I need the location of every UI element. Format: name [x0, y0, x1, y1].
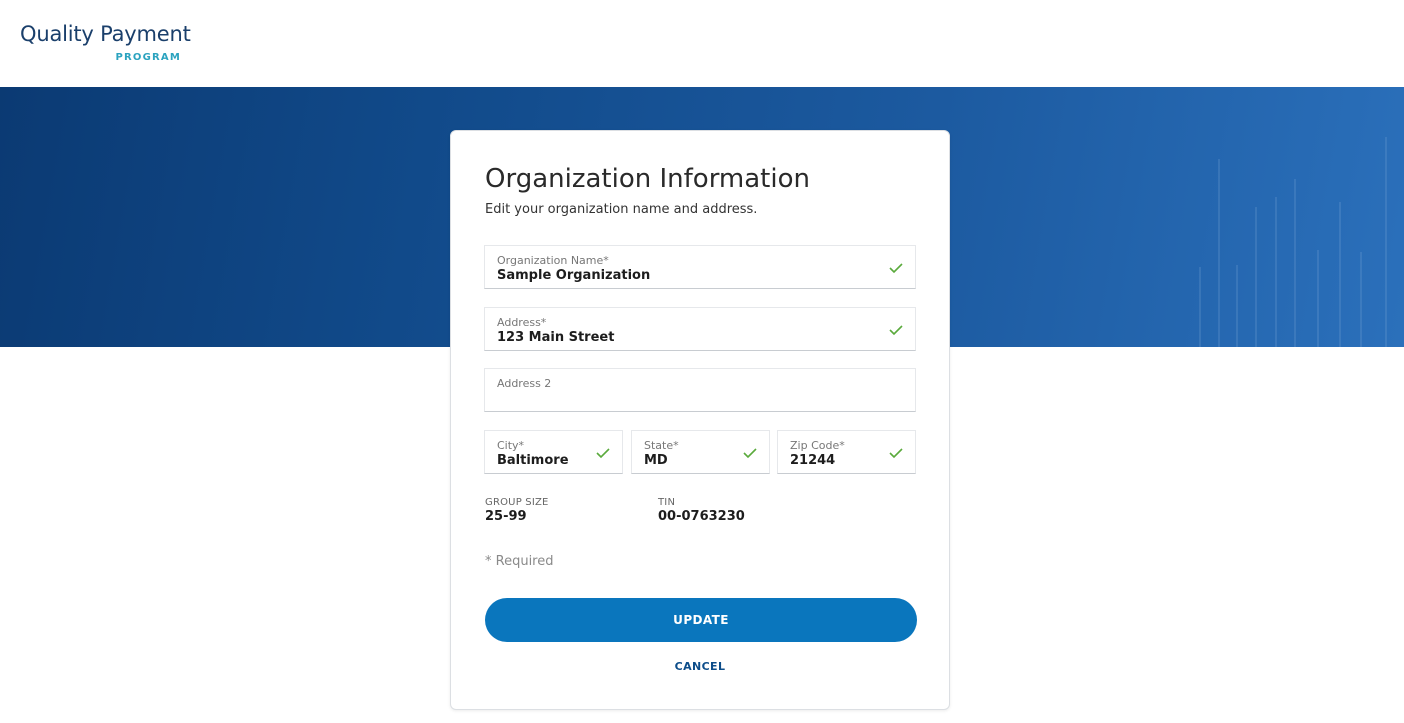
required-note: * Required	[485, 554, 554, 569]
city-label: City*	[497, 439, 525, 452]
zip-code-label: Zip Code*	[790, 439, 845, 452]
page-subtitle: Edit your organization name and address.	[485, 202, 758, 217]
address-2-label: Address 2	[497, 377, 552, 390]
site-header: Quality Payment PROGRAM	[0, 0, 1404, 87]
check-icon	[889, 263, 903, 274]
tin-label: TIN	[658, 497, 676, 508]
address-2-field[interactable]: Address 2	[484, 368, 916, 412]
organization-name-label: Organization Name*	[497, 254, 609, 267]
state-value[interactable]: MD	[644, 453, 668, 468]
cancel-link[interactable]: CANCEL	[451, 660, 949, 673]
organization-form-card: Organization Information Edit your organ…	[450, 130, 950, 710]
page-title: Organization Information	[485, 164, 810, 194]
organization-name-field[interactable]: Organization Name* Sample Organization	[484, 245, 916, 289]
state-label: State*	[644, 439, 679, 452]
qpp-logo[interactable]: Quality Payment PROGRAM	[20, 22, 191, 64]
zip-code-field[interactable]: Zip Code* 21244	[777, 430, 916, 474]
check-icon	[743, 448, 757, 459]
tin-value: 00-0763230	[658, 509, 745, 524]
check-icon	[889, 325, 903, 336]
logo-main-text: Quality Payment	[20, 22, 191, 46]
city-field[interactable]: City* Baltimore	[484, 430, 623, 474]
organization-name-value[interactable]: Sample Organization	[497, 268, 650, 283]
check-icon	[889, 448, 903, 459]
city-value[interactable]: Baltimore	[497, 453, 569, 468]
check-icon	[596, 448, 610, 459]
group-size-label: GROUP SIZE	[485, 497, 549, 508]
group-size-value: 25-99	[485, 509, 527, 524]
address-label: Address*	[497, 316, 547, 329]
logo-sub-text: PROGRAM	[115, 52, 181, 63]
update-button[interactable]: UPDATE	[485, 598, 917, 642]
address-value[interactable]: 123 Main Street	[497, 330, 614, 345]
address-field[interactable]: Address* 123 Main Street	[484, 307, 916, 351]
state-field[interactable]: State* MD	[631, 430, 770, 474]
zip-code-value[interactable]: 21244	[790, 453, 835, 468]
